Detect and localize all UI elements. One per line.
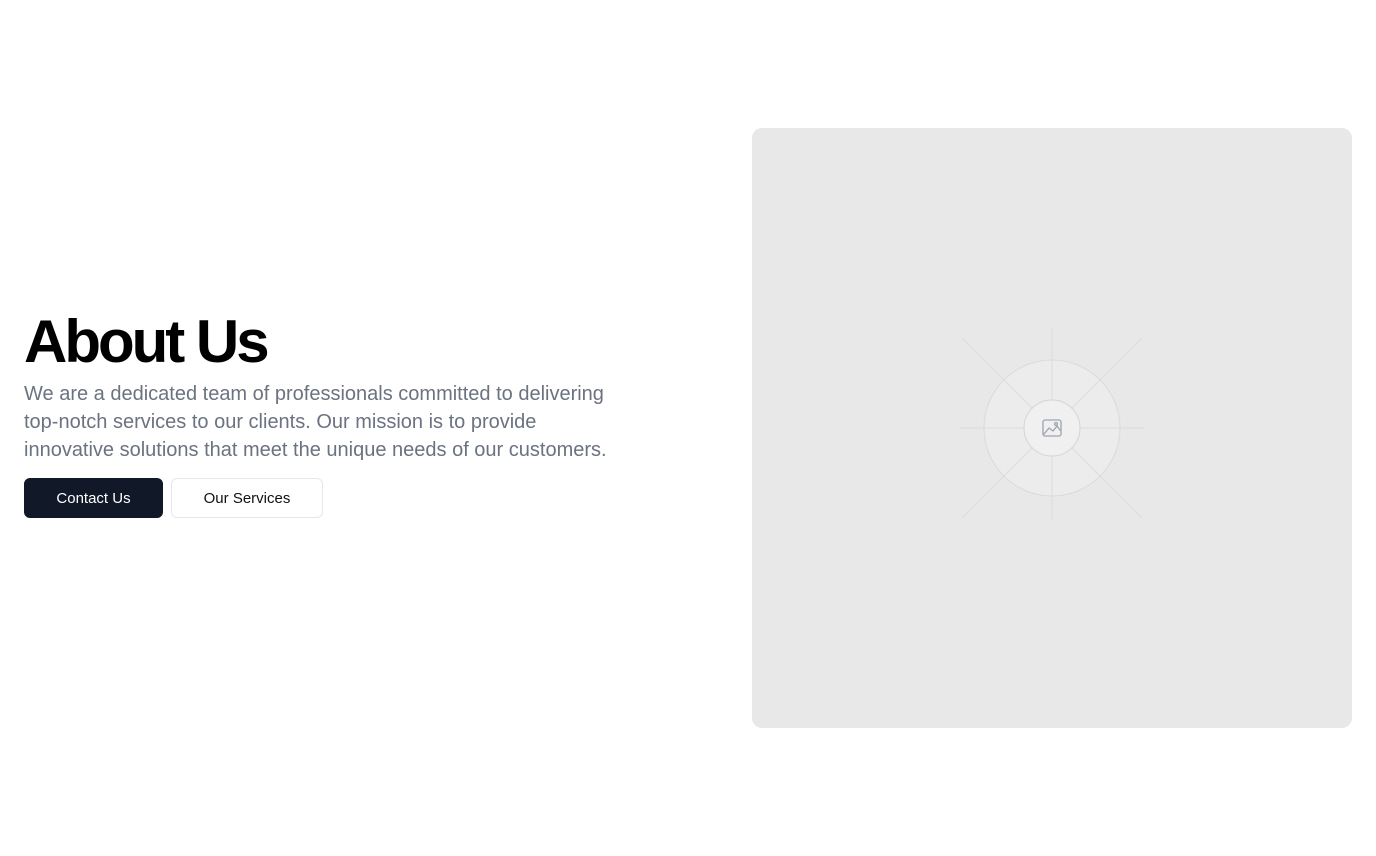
page-title: About Us	[24, 308, 270, 375]
about-page: About Us We are a dedicated team of prof…	[0, 0, 1376, 856]
about-description: We are a dedicated team of professionals…	[24, 383, 607, 461]
image-placeholder	[752, 128, 1352, 728]
contact-us-button[interactable]: Contact Us	[24, 478, 163, 518]
image-placeholder-graphic	[960, 328, 1144, 520]
about-section: About Us We are a dedicated team of prof…	[24, 308, 644, 518]
our-services-button[interactable]: Our Services	[171, 478, 323, 518]
button-group: Contact Us Our Services	[24, 478, 644, 518]
